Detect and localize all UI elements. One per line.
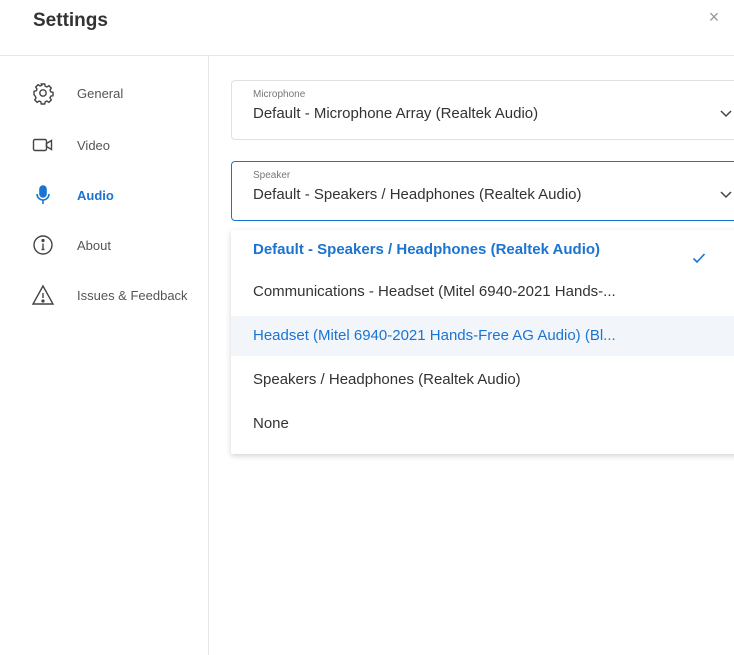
microphone-icon bbox=[31, 183, 55, 207]
sidebar-item-audio[interactable]: Audio bbox=[31, 182, 114, 208]
speaker-option[interactable]: Headset (Mitel 6940-2021 Hands-Free AG A… bbox=[231, 316, 734, 356]
microphone-select[interactable]: Microphone Default - Microphone Array (R… bbox=[231, 80, 734, 140]
sidebar-item-video[interactable]: Video bbox=[31, 132, 110, 158]
microphone-value: Default - Microphone Array (Realtek Audi… bbox=[253, 105, 539, 122]
checkmark-icon bbox=[691, 242, 707, 264]
sidebar-item-label: About bbox=[77, 237, 111, 253]
speaker-dropdown-list: Default - Speakers / Headphones (Realtek… bbox=[231, 230, 734, 454]
chevron-down-icon[interactable] bbox=[718, 186, 734, 202]
gear-icon bbox=[31, 81, 55, 105]
sidebar-item-about[interactable]: About bbox=[31, 232, 111, 258]
close-icon[interactable]: × bbox=[704, 7, 724, 27]
chevron-down-icon[interactable] bbox=[718, 105, 734, 121]
speaker-select[interactable]: Speaker Default - Speakers / Headphones … bbox=[231, 161, 734, 221]
speaker-option[interactable]: None bbox=[231, 404, 734, 444]
speaker-label: Speaker bbox=[253, 170, 291, 181]
video-camera-icon bbox=[31, 133, 55, 157]
sidebar-item-label: Audio bbox=[77, 187, 114, 203]
speaker-value: Default - Speakers / Headphones (Realtek… bbox=[253, 186, 582, 203]
settings-header: Settings × bbox=[0, 0, 734, 56]
microphone-label: Microphone bbox=[253, 89, 306, 100]
sidebar-item-label: Issues & Feedback bbox=[77, 287, 188, 303]
info-icon bbox=[31, 233, 55, 257]
sidebar-item-issues-feedback[interactable]: Issues & Feedback bbox=[31, 282, 188, 308]
speaker-option[interactable]: Default - Speakers / Headphones (Realtek… bbox=[231, 230, 734, 270]
sidebar: General Video Audio About Issues & Feedb… bbox=[0, 56, 209, 655]
speaker-option[interactable]: Communications - Headset (Mitel 6940-202… bbox=[231, 272, 734, 312]
sidebar-item-label: Video bbox=[77, 137, 111, 153]
speaker-option[interactable]: Speakers / Headphones (Realtek Audio) bbox=[231, 360, 734, 400]
sidebar-item-general[interactable]: General bbox=[31, 80, 123, 106]
page-title: Settings bbox=[33, 10, 108, 31]
warning-icon bbox=[31, 283, 55, 307]
sidebar-item-label: General bbox=[77, 85, 124, 101]
